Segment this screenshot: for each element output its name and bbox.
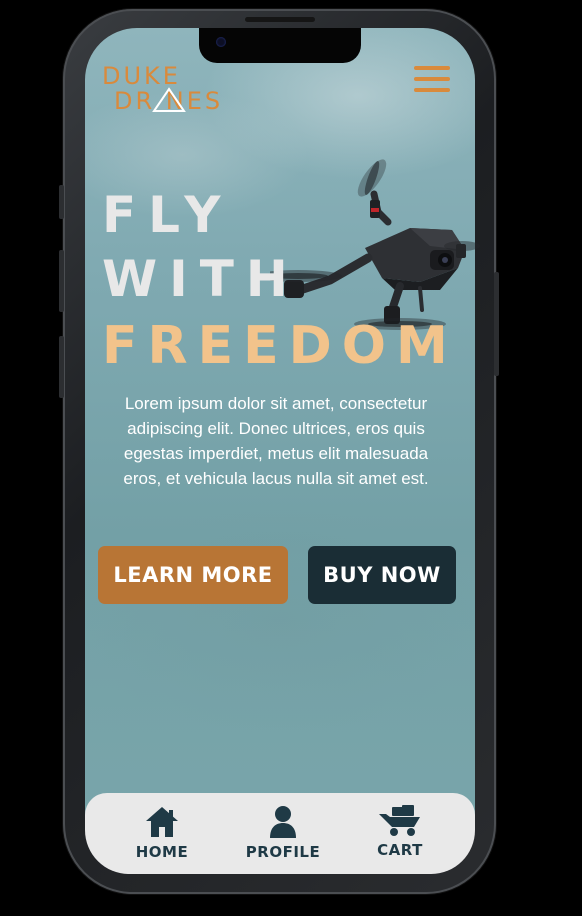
power-button [494, 272, 499, 376]
buy-now-button[interactable]: BUY NOW [308, 546, 456, 604]
triangle-logo-icon [152, 87, 186, 112]
nav-item-home[interactable]: HOME [112, 801, 212, 865]
earpiece-speaker [245, 17, 315, 22]
hero-title-line-1: FLY [102, 186, 233, 244]
nav-label-home: HOME [135, 843, 189, 861]
logo-text-top: DUKE [102, 62, 181, 90]
bottom-navigation: HOME PROFILE CART [85, 793, 475, 874]
front-camera [216, 37, 226, 47]
nav-item-cart[interactable]: CART [350, 801, 450, 865]
drone-image [270, 159, 480, 330]
nav-item-profile[interactable]: PROFILE [233, 801, 333, 865]
hero-title-line-2: WITH [102, 250, 300, 308]
menu-icon[interactable] [412, 64, 452, 96]
user-icon [270, 806, 296, 838]
learn-more-button[interactable]: LEARN MORE [98, 546, 288, 604]
hero-title-accent: FREEDOM [102, 316, 458, 376]
hero-description: Lorem ipsum dolor sit amet, consectetur … [123, 394, 429, 488]
volume-down-button [59, 336, 64, 398]
home-icon [146, 807, 178, 837]
nav-label-profile: PROFILE [245, 843, 321, 861]
brand-logo[interactable]: DUKE DR NES [102, 62, 252, 116]
volume-up-button [59, 250, 64, 312]
nav-label-cart: CART [377, 841, 423, 859]
device-mockup: DUKE DR NES FLY WITH FREEDOM Lorem ipsum… [0, 0, 582, 916]
mute-switch [59, 185, 64, 219]
cart-icon [379, 805, 420, 836]
